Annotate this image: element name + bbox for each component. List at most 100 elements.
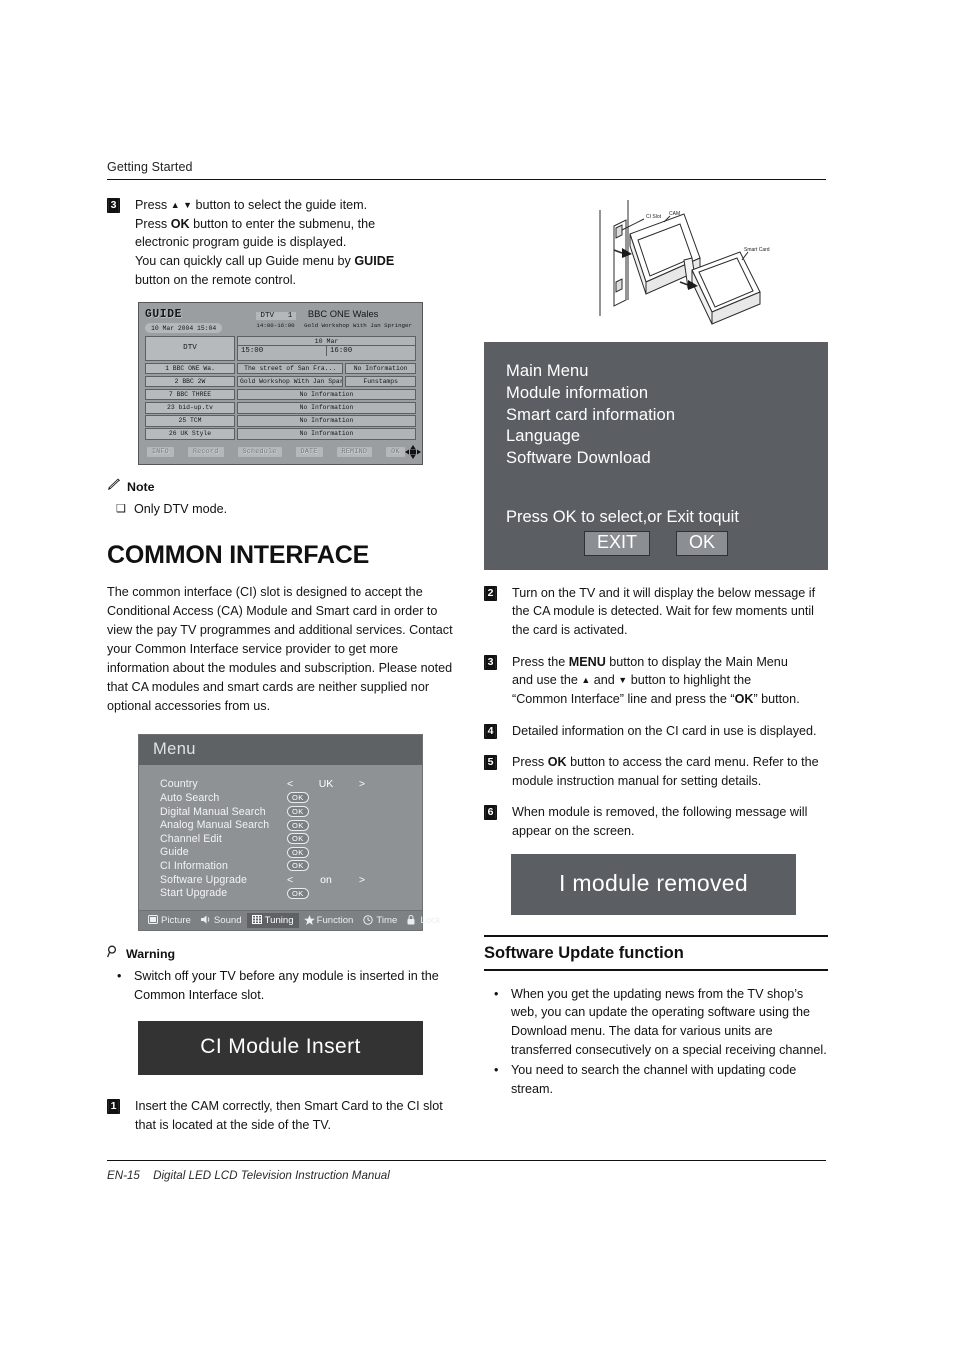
warning-item-text: Switch off your TV before any module is …: [134, 968, 439, 1002]
tv-menu-item-label: Software Upgrade: [160, 873, 247, 886]
tv-tab-label: Picture: [161, 914, 191, 926]
guide-now-number: 1: [287, 312, 293, 321]
magnifier-icon: [107, 945, 121, 963]
guide-row[interactable]: 23 bid-up.tv No Information: [145, 401, 416, 414]
next-arrow-icon[interactable]: >: [349, 778, 365, 790]
warning-label: Warning: [126, 946, 176, 961]
step-number-badge: 6: [484, 805, 497, 821]
guide-button-record[interactable]: Record: [188, 446, 224, 457]
tv-menu-selector[interactable]: < on >: [287, 874, 379, 886]
step3-l1a: Press: [135, 198, 168, 212]
next-arrow-icon[interactable]: >: [349, 874, 365, 886]
tv-tab-time[interactable]: Time: [358, 913, 402, 928]
up-arrow-icon: ▲: [170, 200, 180, 210]
guide-programme-cell[interactable]: Funstamps: [345, 375, 416, 388]
guide-row[interactable]: 2 BBC 2WGold Workshop With Jan Sparinger…: [145, 375, 416, 388]
r3-menu-bold: MENU: [568, 654, 606, 669]
tv-menu-row[interactable]: Software Upgrade < on >: [160, 873, 422, 887]
tv-menu-ok-badge[interactable]: OK: [287, 860, 309, 872]
ci-menu-item[interactable]: Smart card information: [506, 405, 806, 427]
note-callout: Note ❑ Only DTV mode.: [107, 478, 459, 519]
tv-menu-ok-badge[interactable]: OK: [287, 833, 309, 845]
tv-menu-ok-badge[interactable]: OK: [287, 792, 309, 804]
tv-menu-ok-badge[interactable]: OK: [287, 846, 309, 858]
tv-menu-row[interactable]: CI Information OK: [160, 859, 422, 873]
update-bullet: • When you get the updating news from the…: [494, 985, 828, 1060]
guide-button-schedule[interactable]: Schedule: [237, 446, 282, 457]
tv-tab-picture[interactable]: Picture: [143, 913, 196, 928]
prev-arrow-icon[interactable]: <: [287, 874, 303, 886]
tv-menu-row[interactable]: Digital Manual Search OK: [160, 805, 422, 819]
guide-programme-cell[interactable]: Gold Workshop With Jan Sparinger: [237, 375, 344, 388]
tv-menu-tabbar: Picture Sound Tuning Function Time Lock: [139, 909, 441, 930]
guide-now-time: 14:00-16:00: [256, 322, 295, 330]
step3-l2a: Press: [135, 216, 168, 231]
bullet-icon: •: [117, 968, 122, 983]
sound-icon: [200, 915, 211, 925]
ok-button[interactable]: OK: [676, 530, 729, 556]
warning-item-list: • Switch off your TV before any module is…: [117, 967, 459, 1004]
guide-row[interactable]: 26 UK Style No Information: [145, 428, 416, 440]
step-2: 2 Turn on the TV and it will display the…: [484, 584, 828, 640]
step3-l4a: You can quickly call up Guide menu by: [135, 253, 351, 268]
note-item-text: Only DTV mode.: [134, 501, 228, 516]
bullet-icon: ❑: [116, 502, 126, 515]
tv-menu-ok-badge[interactable]: OK: [287, 806, 309, 818]
ci-menu-item[interactable]: Software Download: [506, 448, 806, 470]
guide-programme-cell[interactable]: No Information: [237, 388, 416, 401]
guide-programme-cell[interactable]: No Information: [237, 401, 416, 414]
guide-programme-cell[interactable]: No Information: [345, 362, 416, 375]
r5-ok-bold: OK: [547, 755, 567, 770]
tv-menu-row[interactable]: Guide OK: [160, 846, 422, 860]
guide-row[interactable]: 25 TCM No Information: [145, 415, 416, 427]
tv-tab-lock[interactable]: Lock: [402, 913, 445, 928]
footer-manual-title: Digital LED LCD Television Instruction M…: [153, 1169, 390, 1182]
tv-menu-value: UK: [318, 778, 334, 791]
common-interface-intro: The common interface (CI) slot is design…: [107, 585, 453, 713]
tv-menu-row[interactable]: Auto Search OK: [160, 791, 422, 805]
tv-menu-item-label: Analog Manual Search: [160, 819, 270, 832]
ci-menu-item[interactable]: Language: [506, 426, 806, 448]
pencil-icon: [107, 478, 122, 496]
tv-menu-row[interactable]: Start Upgrade OK: [160, 886, 422, 900]
tv-tab-label: Time: [376, 914, 398, 926]
ci-main-menu-prompt: Press OK to select,or Exit toquit: [506, 507, 739, 526]
section-title: Getting Started: [107, 160, 193, 174]
step-3-right: 3 Press the MENU button to display the M…: [484, 653, 828, 709]
guide-row[interactable]: 1 BBC ONE Wa. The street of San Fra... No …: [145, 362, 416, 375]
guide-button-bar: INFO Record Schedule DATE REMIND OK: [145, 444, 421, 460]
tv-menu-ok-badge[interactable]: OK: [287, 887, 309, 899]
tv-menu-selector[interactable]: < UK >: [287, 778, 379, 790]
tv-tab-function[interactable]: Function: [299, 913, 359, 928]
step-6: 6 When module is removed, the following …: [484, 803, 828, 840]
tv-menu-item-label: CI Information: [160, 859, 228, 872]
guide-button-info[interactable]: INFO: [147, 446, 175, 457]
step-number-badge: 5: [484, 755, 497, 771]
tv-menu-row[interactable]: Analog Manual Search OK: [160, 818, 422, 832]
guide-button-ok[interactable]: OK: [386, 446, 405, 457]
exit-button[interactable]: EXIT: [583, 530, 650, 556]
guide-button-date[interactable]: DATE: [295, 446, 323, 457]
ci-menu-item[interactable]: Module information: [506, 383, 806, 405]
tv-menu-ok-badge[interactable]: OK: [287, 819, 309, 831]
guide-row[interactable]: 7 BBC THREE No Information: [145, 388, 416, 401]
update-bullet: • You need to search the channel with upd…: [494, 1061, 828, 1098]
left-column: 3 Press ▲ ▼ button to select the guide i…: [107, 196, 459, 1147]
tv-tab-tuning[interactable]: Tuning: [246, 912, 299, 928]
prev-arrow-icon[interactable]: <: [287, 778, 303, 790]
step-text: Turn on the TV and it will display the b…: [512, 585, 816, 638]
guide-source-label: DTV: [145, 336, 235, 362]
guide-programme-cell[interactable]: No Information: [237, 415, 416, 427]
tv-menu-row[interactable]: Channel Edit OK: [160, 832, 422, 846]
guide-now-programme: Gold Workshop With Jan Springer: [304, 322, 412, 330]
guide-button-remind[interactable]: REMIND: [336, 446, 373, 457]
step-number-badge: 1: [107, 1099, 120, 1115]
guide-programme-cell[interactable]: No Information: [237, 428, 416, 440]
tuning-icon: [251, 915, 262, 925]
tv-menu-row[interactable]: Country < UK >: [160, 778, 422, 792]
ci-menu-item[interactable]: Main Menu: [506, 361, 806, 383]
tv-tab-sound[interactable]: Sound: [196, 913, 247, 928]
step3-l2b: button to enter the submenu, the: [193, 216, 376, 231]
tuning-menu-screenshot: Menu Country < UK > Auto Search OK Digital Man…: [138, 733, 441, 931]
guide-programme-cell[interactable]: The street of San Fra...: [237, 362, 344, 375]
